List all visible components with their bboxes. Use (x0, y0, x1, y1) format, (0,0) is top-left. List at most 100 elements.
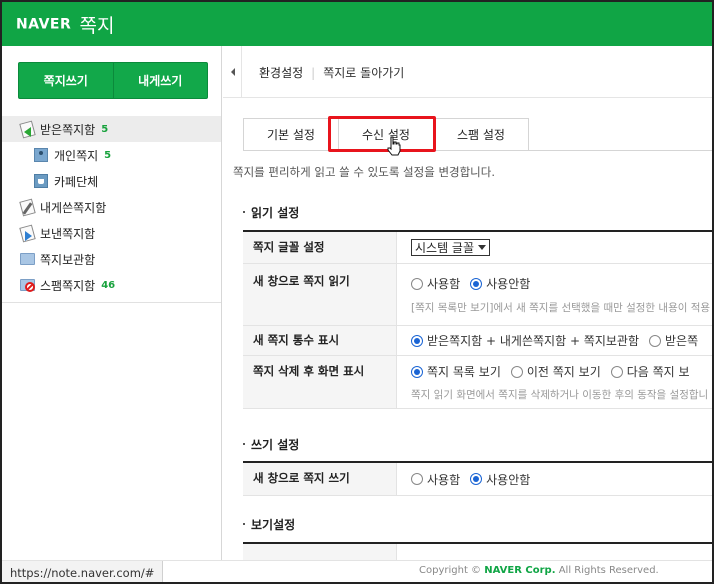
radio-button-selected[interactable] (470, 277, 483, 290)
radio-button[interactable] (411, 277, 423, 290)
write-to-self-button[interactable]: 내게쓰기 (114, 63, 208, 98)
main-content: 환경설정 | 쪽지로 돌아가기 기본 설정 수신 설정 스팸 설정 쪽지를 편리… (223, 46, 712, 560)
copyright-text: Copyright © NAVER Corp. All Rights Reser… (419, 565, 659, 576)
naver-logo[interactable]: NAVER 쪽지 (16, 11, 114, 38)
view-settings-title: 보기설정 (242, 518, 296, 532)
read-new-window-off-option[interactable]: 사용안함 (470, 275, 530, 292)
write-new-window-off-option[interactable]: 사용안함 (470, 471, 530, 488)
view-setting-row (243, 544, 712, 560)
option-label: 사용안함 (486, 472, 531, 487)
count-option-received[interactable]: 받은쪽 (649, 332, 698, 349)
radio-button-selected[interactable] (411, 334, 423, 347)
service-title: 쪽지 (79, 15, 115, 37)
person-icon (32, 147, 50, 163)
unread-count: 46 (101, 279, 116, 291)
count-display-label: 새 쪽지 통수 표시 (243, 326, 397, 355)
view-setting-label (243, 544, 397, 560)
sidebar-item-self-written[interactable]: 내게쓴쪽지함 (2, 194, 221, 220)
settings-topbar: 환경설정 | 쪽지로 돌아가기 (223, 46, 712, 98)
count-option-all[interactable]: 받은쪽지함 + 내게쓴쪽지함 + 쪽지보관함 (411, 332, 639, 349)
option-label: 받은쪽지함 + 내게쓴쪽지함 + 쪽지보관함 (427, 334, 640, 348)
sidebar: 쪽지쓰기 내게쓰기 받은쪽지함 5 개인쪽지 5 카페단체 내게쓴쪽지함 보낸쪽… (2, 46, 222, 560)
tab-receive-settings[interactable]: 수신 설정 (338, 118, 434, 150)
sidebar-item-cafe[interactable]: 카페단체 (2, 168, 221, 194)
copyright-prefix: Copyright © (419, 565, 482, 576)
page-title: 환경설정 (259, 66, 304, 80)
breadcrumb: 환경설정 | 쪽지로 돌아가기 (259, 64, 404, 81)
tabs-underline (243, 150, 712, 151)
count-display-row: 새 쪽지 통수 표시 받은쪽지함 + 내게쓴쪽지함 + 쪽지보관함 받은쪽 (243, 326, 712, 356)
option-label: 다음 쪽지 보 (626, 365, 690, 379)
write-note-button[interactable]: 쪽지쓰기 (19, 63, 113, 98)
after-delete-row: 쪽지 삭제 후 화면 표시 쪽지 목록 보기 이전 쪽지 보기 다음 쪽지 보 … (243, 356, 712, 409)
tab-basic-settings[interactable]: 기본 설정 (243, 118, 339, 150)
read-new-window-row: 새 창으로 쪽지 읽기 사용함 사용안함 [쪽지 목록만 보기]에서 새 쪽지를… (243, 264, 712, 326)
read-settings-table: 쪽지 글꼴 설정 시스템 글꼴 새 창으로 쪽지 읽기 사용함 사용안함 [쪽지… (243, 230, 712, 409)
sidebar-item-label: 내게쓴쪽지함 (40, 200, 107, 215)
font-select-value: 시스템 글꼴 (415, 241, 475, 255)
after-delete-list-option[interactable]: 쪽지 목록 보기 (411, 363, 501, 380)
sidebar-item-label: 카페단체 (54, 174, 99, 189)
hand-cursor-icon (387, 136, 401, 156)
sidebar-item-received[interactable]: 받은쪽지함 5 (2, 116, 221, 142)
write-settings-table: 새 창으로 쪽지 쓰기 사용함 사용안함 (243, 461, 712, 496)
radio-button-selected[interactable] (470, 473, 483, 485)
after-delete-next-option[interactable]: 다음 쪽지 보 (610, 363, 690, 380)
cafe-icon (32, 173, 50, 189)
folder-icon (18, 251, 36, 267)
font-select[interactable]: 시스템 글꼴 (411, 239, 491, 256)
footer: https://note.naver.com/# Copyright © NAV… (2, 560, 712, 582)
topbar-divider (241, 46, 242, 98)
collapse-sidebar-icon[interactable] (231, 68, 235, 76)
sidebar-item-label: 쪽지보관함 (40, 252, 96, 267)
brand-text: NAVER (16, 16, 72, 33)
read-settings-title: 읽기 설정 (242, 206, 300, 220)
radio-button[interactable] (610, 365, 623, 378)
sidebar-item-spam[interactable]: 스팸쪽지함 46 (2, 272, 221, 298)
sent-mail-icon (18, 224, 36, 242)
sidebar-item-sent[interactable]: 보낸쪽지함 (2, 220, 221, 246)
back-to-notes-link[interactable]: 쪽지로 돌아가기 (323, 64, 404, 81)
sidebar-item-personal[interactable]: 개인쪽지 5 (2, 142, 221, 168)
spam-icon (18, 277, 36, 293)
option-label: 쪽지 목록 보기 (427, 365, 501, 379)
sidebar-item-label: 개인쪽지 (54, 148, 99, 163)
read-new-window-label: 새 창으로 쪽지 읽기 (243, 264, 397, 325)
compose-button-group: 쪽지쓰기 내게쓰기 (18, 62, 208, 99)
font-setting-row: 쪽지 글꼴 설정 시스템 글꼴 (243, 232, 712, 264)
option-label: 받은쪽 (665, 334, 699, 348)
sidebar-item-archive[interactable]: 쪽지보관함 (2, 246, 221, 272)
radio-button-selected[interactable] (411, 365, 423, 378)
unread-count: 5 (104, 149, 112, 161)
write-new-window-row: 새 창으로 쪽지 쓰기 사용함 사용안함 (243, 463, 712, 496)
settings-description: 쪽지를 편리하게 읽고 쓸 수 있도록 설정을 변경합니다. (233, 165, 496, 179)
font-setting-label: 쪽지 글꼴 설정 (243, 232, 397, 263)
radio-button[interactable] (411, 473, 423, 485)
app-header: NAVER 쪽지 (2, 2, 712, 46)
write-new-window-on-option[interactable]: 사용함 (411, 471, 460, 488)
breadcrumb-separator: | (311, 65, 316, 80)
option-label: 이전 쪽지 보기 (526, 365, 601, 379)
write-settings-title: 쓰기 설정 (242, 438, 300, 452)
status-bar-url: https://note.naver.com/# (2, 561, 164, 582)
self-written-icon (18, 198, 36, 216)
after-delete-prev-option[interactable]: 이전 쪽지 보기 (510, 363, 601, 380)
company-link[interactable]: NAVER Corp. (484, 565, 555, 576)
sidebar-item-label: 받은쪽지함 (40, 122, 96, 137)
radio-button[interactable] (510, 365, 523, 378)
chevron-down-icon (478, 245, 487, 250)
view-settings-table (243, 542, 712, 560)
sidebar-divider (2, 302, 221, 303)
folder-nav: 받은쪽지함 5 개인쪽지 5 카페단체 내게쓴쪽지함 보낸쪽지함 쪽지보관함 스… (2, 116, 221, 298)
read-new-window-on-option[interactable]: 사용함 (411, 275, 460, 292)
tab-spam-settings[interactable]: 스팸 설정 (433, 118, 529, 150)
sidebar-item-label: 보낸쪽지함 (40, 226, 96, 241)
radio-button[interactable] (649, 334, 662, 347)
received-mail-icon (18, 120, 36, 138)
rights-text: All Rights Reserved. (558, 565, 659, 576)
after-delete-help: 쪽지 읽기 화면에서 쪽지를 삭제하거나 이동한 후의 동작을 설정합니 (411, 389, 709, 401)
option-label: 사용함 (427, 472, 461, 487)
window-frame: NAVER 쪽지 쪽지쓰기 내게쓰기 받은쪽지함 5 개인쪽지 5 카페단체 내… (0, 0, 714, 584)
sidebar-item-label: 스팸쪽지함 (40, 278, 96, 293)
option-label: 사용안함 (486, 277, 531, 291)
